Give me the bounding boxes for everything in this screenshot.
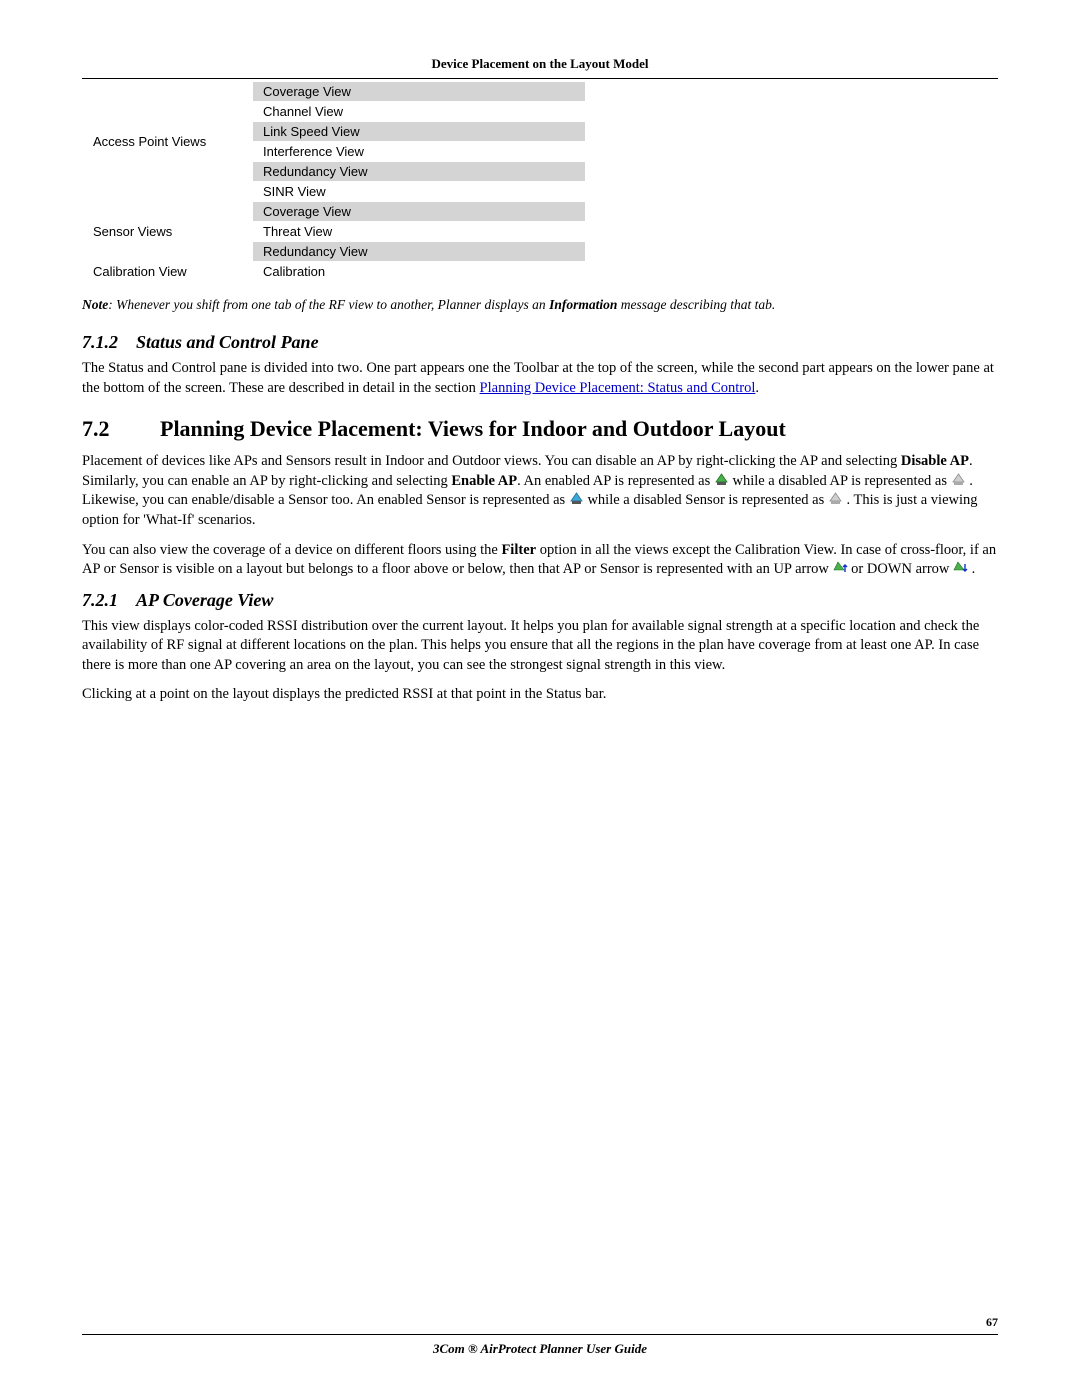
table-value: Redundancy View xyxy=(253,162,586,182)
para-7-2-1-a: This view displays color-coded RSSI dist… xyxy=(82,617,998,676)
device-up-arrow-icon xyxy=(833,561,848,575)
device-down-arrow-icon xyxy=(953,561,968,575)
para-7-2-b: You can also view the coverage of a devi… xyxy=(82,541,998,580)
table-value: Coverage View xyxy=(253,202,586,222)
table-value: Link Speed View xyxy=(253,122,586,142)
table-category: Access Point Views xyxy=(83,82,253,202)
text: Placement of devices like APs and Sensor… xyxy=(82,453,901,469)
page-footer: 67 3Com ® AirProtect Planner User Guide xyxy=(82,1315,998,1357)
para-7-1-2: The Status and Control pane is divided i… xyxy=(82,359,998,398)
heading-7-2-1: 7.2.1 AP Coverage View xyxy=(82,590,998,611)
table-value: Interference View xyxy=(253,142,586,162)
text: or DOWN arrow xyxy=(851,561,953,577)
heading-7-1-2: 7.1.2 Status and Control Pane xyxy=(82,332,998,353)
text: You can also view the coverage of a devi… xyxy=(82,542,501,558)
table-value: Threat View xyxy=(253,222,586,242)
heading-title: Planning Device Placement: Views for Ind… xyxy=(160,416,786,441)
note-body-post: message describing that tab. xyxy=(617,297,775,312)
text: . xyxy=(755,380,759,396)
heading-title: Status and Control Pane xyxy=(136,332,319,352)
table-category: Calibration View xyxy=(83,262,253,282)
table-category: Sensor Views xyxy=(83,202,253,262)
heading-7-2: 7.2Planning Device Placement: Views for … xyxy=(82,416,998,442)
footer-guide-title: 3Com ® AirProtect Planner User Guide xyxy=(82,1341,998,1357)
para-7-2-1-b: Clicking at a point on the layout displa… xyxy=(82,685,998,705)
heading-num: 7.2.1 xyxy=(82,590,118,610)
sensor-disabled-icon xyxy=(828,492,843,506)
table-value: Channel View xyxy=(253,102,586,122)
views-table: Access Point Views Coverage View Channel… xyxy=(82,81,586,282)
text: while a disabled Sensor is represented a… xyxy=(587,492,827,508)
para-7-2-a: Placement of devices like APs and Sensor… xyxy=(82,452,998,530)
table-value: Redundancy View xyxy=(253,242,586,262)
ap-enabled-icon xyxy=(714,473,729,487)
text: while a disabled AP is represented as xyxy=(732,473,950,489)
heading-num: 7.1.2 xyxy=(82,332,118,352)
note-information-word: Information xyxy=(549,297,617,312)
text: . An enabled AP is represented as xyxy=(517,473,714,489)
sensor-enabled-icon xyxy=(569,492,584,506)
header-rule xyxy=(82,78,998,79)
text: . xyxy=(972,561,976,577)
link-status-and-control[interactable]: Planning Device Placement: Status and Co… xyxy=(480,380,756,396)
bold-enable-ap: Enable AP xyxy=(451,473,517,489)
table-value: SINR View xyxy=(253,182,586,202)
note-label: Note xyxy=(82,297,108,312)
heading-num: 7.2 xyxy=(82,416,160,442)
bold-disable-ap: Disable AP xyxy=(901,453,969,469)
table-value: Coverage View xyxy=(253,82,586,102)
heading-title: AP Coverage View xyxy=(136,590,273,610)
bold-filter: Filter xyxy=(501,542,536,558)
table-value: Calibration xyxy=(253,262,586,282)
note-body-pre: : Whenever you shift from one tab of the… xyxy=(108,297,549,312)
running-head: Device Placement on the Layout Model xyxy=(82,56,998,72)
ap-disabled-icon xyxy=(951,473,966,487)
footer-rule xyxy=(82,1334,998,1335)
note: Note: Whenever you shift from one tab of… xyxy=(82,296,998,314)
page-number: 67 xyxy=(82,1315,998,1330)
